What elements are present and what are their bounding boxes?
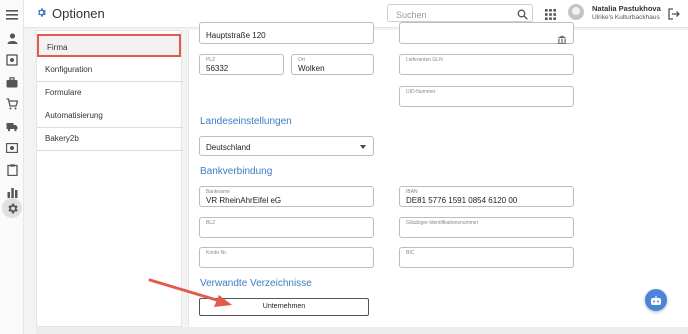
plz-field[interactable]: PLZ 56332 bbox=[199, 54, 284, 75]
company-form: Hauptstraße 120 PLZ 56332 Ort Wolken Lie… bbox=[188, 22, 688, 327]
search-box[interactable] bbox=[387, 4, 533, 23]
ort-label: Ort bbox=[298, 57, 305, 63]
glaeubiger-id-field[interactable]: Gläubiger-Identifikationsnummer bbox=[399, 217, 574, 238]
country-value: Deutschland bbox=[206, 143, 251, 152]
unternehmen-button[interactable]: Unternehmen bbox=[199, 298, 369, 316]
menu-item-bakery2b[interactable]: Bakery2b bbox=[37, 127, 183, 150]
gear-icon bbox=[36, 6, 47, 21]
glaeubiger-id-label: Gläubiger-Identifikationsnummer bbox=[406, 220, 479, 226]
bic-label: BIC bbox=[406, 250, 415, 256]
section-title-landeseinstellungen: Landeseinstellungen bbox=[200, 116, 292, 127]
bottom-edge bbox=[36, 327, 688, 334]
search-input[interactable] bbox=[388, 7, 508, 23]
money-icon[interactable] bbox=[5, 141, 19, 155]
ort-value: Wolken bbox=[298, 64, 325, 73]
upload-field[interactable] bbox=[399, 22, 574, 44]
clipboard-icon[interactable] bbox=[5, 163, 19, 177]
gear-icon[interactable] bbox=[2, 198, 22, 218]
chevron-down-icon bbox=[360, 145, 366, 149]
uid-field[interactable]: UID-Nummer bbox=[399, 86, 574, 107]
robot-icon bbox=[650, 294, 662, 312]
blz-field[interactable]: BLZ bbox=[199, 217, 374, 238]
plz-label: PLZ bbox=[206, 57, 216, 63]
gln-label: Lieferanten GLN bbox=[406, 57, 443, 63]
section-title-bankverbindung: Bankverbindung bbox=[200, 166, 273, 177]
konto-nr-field[interactable]: Konto-Nr. bbox=[199, 247, 374, 268]
menu-icon[interactable] bbox=[5, 8, 19, 22]
briefcase-icon[interactable] bbox=[5, 75, 19, 89]
bankname-label: Bankname bbox=[206, 189, 230, 195]
blz-label: BLZ bbox=[206, 220, 216, 226]
iban-value: DE81 5776 1591 0854 6120 00 bbox=[406, 196, 518, 205]
plz-value: 56332 bbox=[206, 64, 229, 73]
settings-menu: Firma Konfiguration Formulare Automatisi… bbox=[36, 30, 183, 327]
country-select[interactable]: Deutschland bbox=[199, 136, 374, 156]
user-organization: Ulrike's Kulturbackhaus bbox=[592, 14, 660, 21]
menu-item-firma[interactable]: Firma bbox=[37, 34, 181, 57]
bankname-field[interactable]: Bankname VR RheinAhrEifel eG bbox=[199, 186, 374, 207]
truck-icon[interactable] bbox=[5, 119, 19, 133]
avatar[interactable] bbox=[568, 4, 584, 20]
left-rail bbox=[0, 0, 24, 334]
menu-item-formulare[interactable]: Formulare bbox=[37, 81, 183, 104]
bar-chart-icon[interactable] bbox=[5, 185, 19, 199]
menu-item-konfiguration[interactable]: Konfiguration bbox=[37, 58, 183, 81]
uid-label: UID-Nummer bbox=[406, 89, 436, 95]
ort-field[interactable]: Ort Wolken bbox=[291, 54, 374, 75]
iban-field[interactable]: IBAN DE81 5776 1591 0854 6120 00 bbox=[399, 186, 574, 207]
menu-divider bbox=[37, 150, 183, 151]
target-icon[interactable] bbox=[5, 53, 19, 67]
section-title-verwandte-verzeichnisse: Verwandte Verzeichnisse bbox=[200, 278, 312, 289]
bic-field[interactable]: BIC bbox=[399, 247, 574, 268]
street-value: Hauptstraße 120 bbox=[206, 31, 266, 40]
page-title: Optionen bbox=[36, 6, 105, 21]
menu-item-automatisierung[interactable]: Automatisierung bbox=[37, 104, 183, 127]
chatbot-button[interactable] bbox=[645, 289, 667, 311]
konto-nr-label: Konto-Nr. bbox=[206, 250, 228, 256]
iban-label: IBAN bbox=[406, 189, 418, 195]
gln-field[interactable]: Lieferanten GLN bbox=[399, 54, 574, 75]
person-icon[interactable] bbox=[5, 31, 19, 45]
street-field[interactable]: Hauptstraße 120 bbox=[199, 22, 374, 44]
logout-icon[interactable] bbox=[668, 7, 680, 25]
cart-icon[interactable] bbox=[5, 97, 19, 111]
user-name: Natalia Pastukhova bbox=[592, 4, 661, 13]
page-title-text: Optionen bbox=[52, 6, 105, 21]
bankname-value: VR RheinAhrEifel eG bbox=[206, 196, 282, 205]
bank-icon[interactable] bbox=[557, 31, 567, 49]
